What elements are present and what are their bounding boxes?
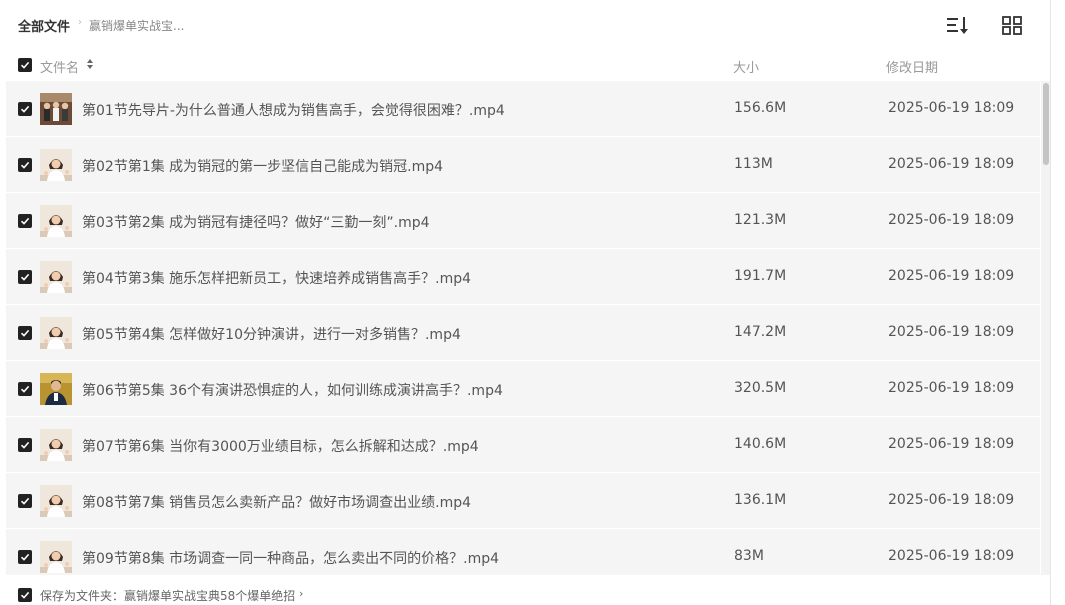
file-name[interactable]: 第07节第6集 当你有3000万业绩目标，怎么拆解和达成？.mp4 <box>82 436 479 456</box>
video-thumbnail[interactable] <box>40 205 72 237</box>
check-icon <box>20 497 30 505</box>
check-icon <box>20 553 30 561</box>
file-modified-date: 2025-06-19 18:09 <box>888 156 1015 172</box>
scrollbar-thumb[interactable] <box>1043 83 1049 165</box>
file-row[interactable]: 第04节第3集 施乐怎样把新员工，快速培养成销售高手？.mp4 191.7M 202… <box>6 249 1040 304</box>
file-modified-date: 2025-06-19 18:09 <box>888 492 1015 508</box>
video-thumbnail[interactable] <box>40 541 72 573</box>
file-modified-date: 2025-06-19 18:09 <box>888 268 1015 284</box>
file-name[interactable]: 第02节第1集 成为销冠的第一步坚信自己能成为销冠.mp4 <box>82 156 443 176</box>
breadcrumb-separator: › <box>78 17 82 28</box>
select-all-checkbox[interactable] <box>18 58 32 72</box>
save-folder-label[interactable]: 保存为文件夹：赢销爆单实战宝典58个爆单绝招 <box>40 587 295 604</box>
check-icon <box>20 61 30 69</box>
check-icon <box>20 441 30 449</box>
row-checkbox[interactable] <box>18 214 32 228</box>
file-name[interactable]: 第01节先导片-为什么普通人想成为销售高手，会觉得很困难？.mp4 <box>82 100 505 120</box>
column-header-size[interactable]: 大小 <box>733 57 759 76</box>
scrollbar[interactable] <box>1041 81 1050 575</box>
file-name[interactable]: 第08节第7集 销售员怎么卖新产品？做好市场调查出业绩.mp4 <box>82 492 471 512</box>
row-checkbox[interactable] <box>18 158 32 172</box>
row-checkbox[interactable] <box>18 326 32 340</box>
grid-view-icon <box>1002 16 1022 35</box>
sort-list-icon <box>947 17 968 34</box>
file-size: 147.2M <box>734 324 787 340</box>
check-icon <box>20 273 30 281</box>
file-size: 191.7M <box>734 268 787 284</box>
column-header-modified[interactable]: 修改日期 <box>886 57 938 76</box>
file-size: 140.6M <box>734 436 787 452</box>
breadcrumb-root[interactable]: 全部文件 <box>18 16 70 35</box>
check-icon <box>20 591 30 599</box>
file-row[interactable]: 第09节第8集 市场调查一同一种商品，怎么卖出不同的价格？.mp4 83M 2025… <box>6 529 1040 575</box>
chevron-right-icon[interactable]: › <box>299 587 303 600</box>
column-header-name[interactable]: 文件名 <box>40 57 79 76</box>
video-thumbnail[interactable] <box>40 317 72 349</box>
row-checkbox[interactable] <box>18 550 32 564</box>
file-modified-date: 2025-06-19 18:09 <box>888 380 1015 396</box>
file-size: 121.3M <box>734 212 787 228</box>
video-thumbnail[interactable] <box>40 261 72 293</box>
file-row[interactable]: 第03节第2集 成为销冠有捷径吗？做好“三勤一刻”.mp4 121.3M 2025-… <box>6 193 1040 248</box>
check-icon <box>20 329 30 337</box>
row-checkbox[interactable] <box>18 102 32 116</box>
save-folder-checkbox[interactable] <box>18 588 32 602</box>
file-size: 320.5M <box>734 380 787 396</box>
file-modified-date: 2025-06-19 18:09 <box>888 100 1015 116</box>
file-size: 136.1M <box>734 492 787 508</box>
file-modified-date: 2025-06-19 18:09 <box>888 212 1015 228</box>
row-checkbox[interactable] <box>18 270 32 284</box>
sort-button[interactable] <box>945 14 969 36</box>
file-size: 156.6M <box>734 100 787 116</box>
file-name[interactable]: 第03节第2集 成为销冠有捷径吗？做好“三勤一刻”.mp4 <box>82 212 430 232</box>
sort-arrows-icon[interactable] <box>86 57 94 71</box>
check-icon <box>20 105 30 113</box>
file-row[interactable]: 第08节第7集 销售员怎么卖新产品？做好市场调查出业绩.mp4 136.1M 202… <box>6 473 1040 528</box>
file-name[interactable]: 第04节第3集 施乐怎样把新员工，快速培养成销售高手？.mp4 <box>82 268 471 288</box>
file-list: 第01节先导片-为什么普通人想成为销售高手，会觉得很困难？.mp4 156.6M 2… <box>0 81 1050 575</box>
file-row[interactable]: 第07节第6集 当你有3000万业绩目标，怎么拆解和达成？.mp4 140.6M 2… <box>6 417 1040 472</box>
grid-view-button[interactable] <box>1000 14 1024 36</box>
list-header: 文件名 大小 修改日期 <box>0 50 1050 80</box>
file-row[interactable]: 第01节先导片-为什么普通人想成为销售高手，会觉得很困难？.mp4 156.6M 2… <box>6 81 1040 136</box>
breadcrumb-current: 赢销爆单实战宝... <box>89 19 185 33</box>
row-checkbox[interactable] <box>18 382 32 396</box>
check-icon <box>20 217 30 225</box>
file-modified-date: 2025-06-19 18:09 <box>888 324 1015 340</box>
check-icon <box>20 161 30 169</box>
file-modified-date: 2025-06-19 18:09 <box>888 436 1015 452</box>
video-thumbnail[interactable] <box>40 149 72 181</box>
row-checkbox[interactable] <box>18 494 32 508</box>
video-thumbnail[interactable] <box>40 485 72 517</box>
file-row[interactable]: 第05节第4集 怎样做好10分钟演讲，进行一对多销售？.mp4 147.2M 202… <box>6 305 1040 360</box>
panel-divider <box>1050 0 1051 605</box>
file-size: 83M <box>734 548 764 564</box>
file-modified-date: 2025-06-19 18:09 <box>888 548 1015 564</box>
file-size: 113M <box>734 156 773 172</box>
footer-bar: 保存为文件夹：赢销爆单实战宝典58个爆单绝招 › <box>0 575 1050 605</box>
check-icon <box>20 385 30 393</box>
file-row[interactable]: 第02节第1集 成为销冠的第一步坚信自己能成为销冠.mp4 113M 2025-06… <box>6 137 1040 192</box>
video-thumbnail[interactable] <box>40 93 72 125</box>
top-bar: 全部文件 › 赢销爆单实战宝... <box>0 0 1050 50</box>
file-name[interactable]: 第05节第4集 怎样做好10分钟演讲，进行一对多销售？.mp4 <box>82 324 461 344</box>
video-thumbnail[interactable] <box>40 429 72 461</box>
row-checkbox[interactable] <box>18 438 32 452</box>
file-row[interactable]: 第06节第5集 36个有演讲恐惧症的人，如何训练成演讲高手？.mp4 320.5M… <box>6 361 1040 416</box>
video-thumbnail[interactable] <box>40 373 72 405</box>
file-name[interactable]: 第06节第5集 36个有演讲恐惧症的人，如何训练成演讲高手？.mp4 <box>82 380 503 400</box>
file-name[interactable]: 第09节第8集 市场调查一同一种商品，怎么卖出不同的价格？.mp4 <box>82 548 499 568</box>
